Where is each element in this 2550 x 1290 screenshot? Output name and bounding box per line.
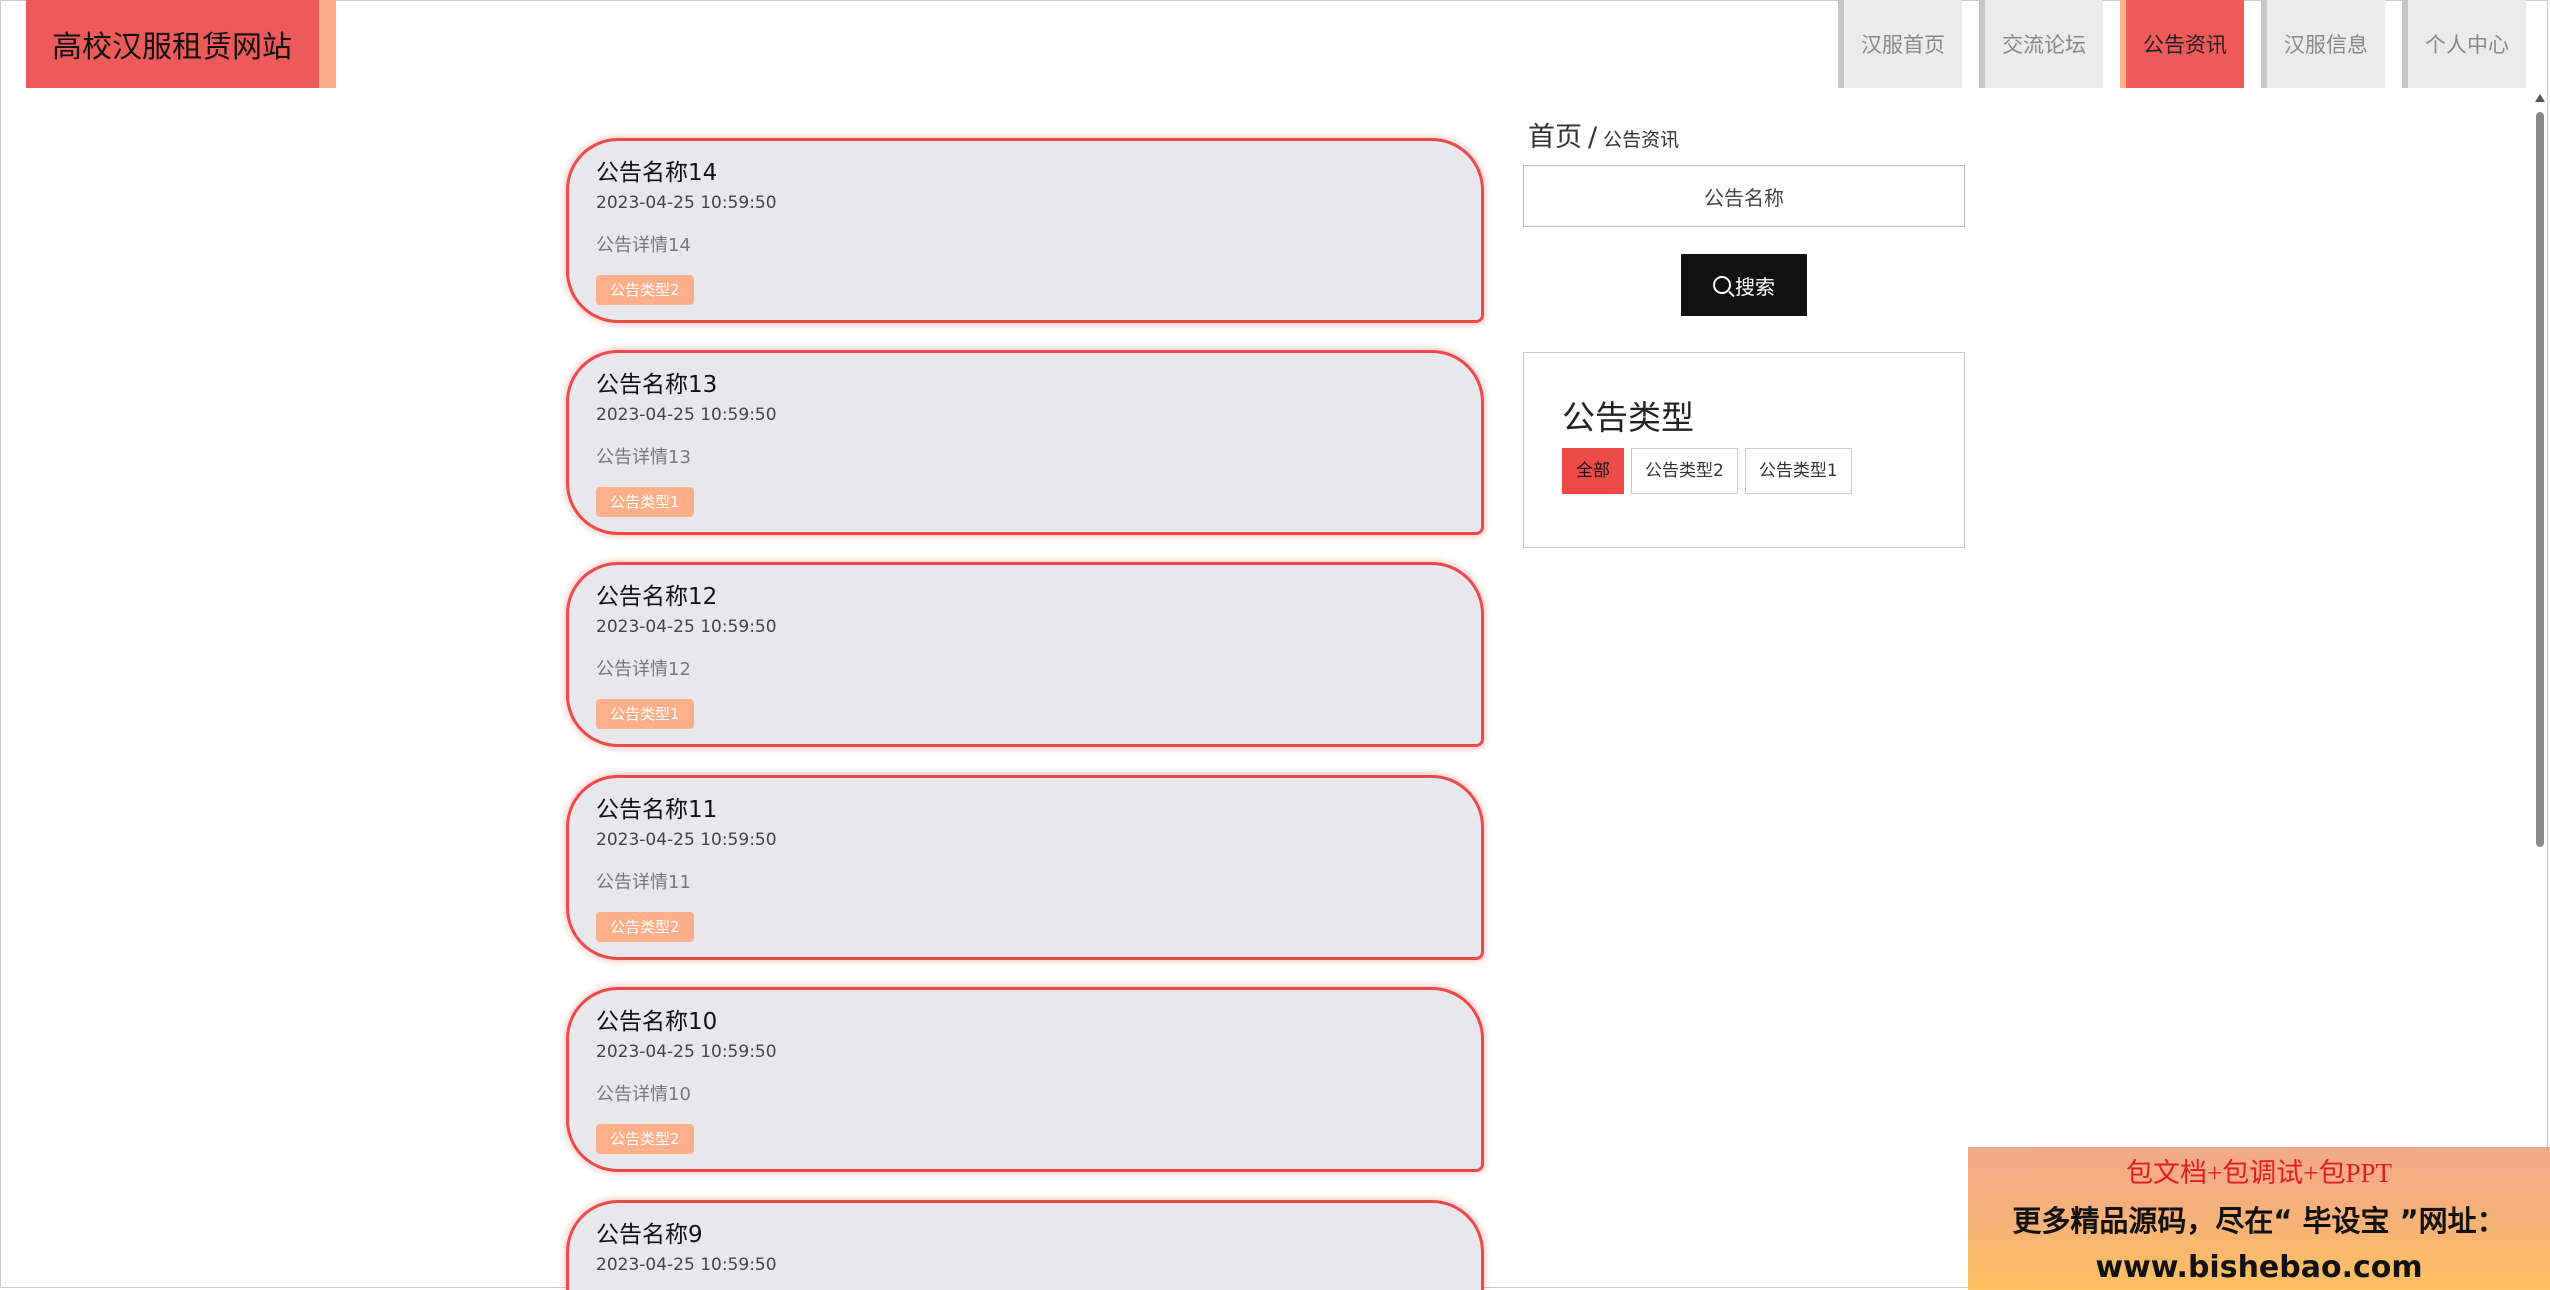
breadcrumb-current: 公告资讯 [1603, 129, 1680, 151]
nav-label: 汉服首页 [1861, 33, 1945, 57]
nav-label: 公告资讯 [2143, 33, 2227, 57]
notice-detail: 公告详情10 [596, 1084, 691, 1105]
notice-time: 2023-04-25 10:59:50 [596, 1042, 777, 1062]
notice-type-tag: 公告类型1 [596, 487, 694, 517]
notice-time: 2023-04-25 10:59:50 [596, 617, 777, 637]
promo-line-1: 包文档+包调试+包PPT [2126, 1158, 2392, 1188]
search-button[interactable]: 搜索 [1681, 254, 1807, 316]
notice-title: 公告名称9 [596, 1222, 703, 1248]
promo-url: www.bishebao.com [2095, 1250, 2423, 1285]
notice-time: 2023-04-25 10:59:50 [596, 830, 777, 850]
nav-item-notices[interactable]: 公告资讯 [2120, 0, 2244, 88]
notice-detail: 公告详情11 [596, 872, 691, 893]
notice-time: 2023-04-25 10:59:50 [596, 1255, 777, 1275]
notice-detail: 公告详情12 [596, 659, 691, 680]
search-button-label: 搜索 [1735, 274, 1775, 299]
type-chip-type1[interactable]: 公告类型1 [1744, 448, 1852, 494]
notice-title: 公告名称12 [596, 584, 718, 610]
page-scrollbar[interactable] [2532, 88, 2548, 1288]
nav-label: 汉服信息 [2284, 33, 2368, 57]
nav-item-hanfu-home[interactable]: 汉服首页 [1838, 0, 1962, 88]
type-panel-title: 公告类型 [1562, 398, 1694, 437]
scroll-up-icon[interactable] [2535, 94, 2545, 102]
scrollbar-thumb[interactable] [2536, 112, 2544, 847]
notice-card[interactable]: 公告名称10 2023-04-25 10:59:50 公告详情10 公告类型2 [566, 987, 1484, 1172]
notice-card[interactable]: 公告名称14 2023-04-25 10:59:50 公告详情14 公告类型2 [566, 138, 1484, 323]
type-chip-all[interactable]: 全部 [1562, 448, 1624, 494]
notice-card[interactable]: 公告名称12 2023-04-25 10:59:50 公告详情12 公告类型1 [566, 562, 1484, 747]
breadcrumb-home[interactable]: 首页 [1528, 122, 1582, 153]
notice-detail: 公告详情13 [596, 447, 691, 468]
promo-line-2: 更多精品源码，尽在“ 毕设宝 ”网址： [2012, 1204, 2506, 1238]
nav-item-forum[interactable]: 交流论坛 [1979, 0, 2103, 88]
notice-type-tag: 公告类型2 [596, 912, 694, 942]
nav-item-personal-center[interactable]: 个人中心 [2402, 0, 2526, 88]
top-nav: 汉服首页 交流论坛 公告资讯 汉服信息 个人中心 [1821, 0, 2526, 88]
notice-card[interactable]: 公告名称11 2023-04-25 10:59:50 公告详情11 公告类型2 [566, 775, 1484, 960]
type-chip-type2[interactable]: 公告类型2 [1631, 448, 1738, 494]
notice-title: 公告名称13 [596, 372, 718, 398]
site-title-text: 高校汉服租赁网站 [52, 30, 292, 65]
breadcrumb-separator: / [1588, 122, 1598, 153]
search-input[interactable]: 公告名称 [1523, 165, 1965, 227]
notice-type-tag: 公告类型2 [596, 275, 694, 305]
notice-title: 公告名称11 [596, 797, 718, 823]
type-chips: 全部 公告类型2 公告类型1 [1562, 448, 1859, 494]
promo-banner[interactable]: 包文档+包调试+包PPT 更多精品源码，尽在“ 毕设宝 ”网址： www.bis… [1968, 1147, 2550, 1290]
notice-card[interactable]: 公告名称13 2023-04-25 10:59:50 公告详情13 公告类型1 [566, 350, 1484, 535]
site-title[interactable]: 高校汉服租赁网站 [26, 0, 336, 88]
breadcrumb: 首页 / 公告资讯 [1528, 115, 1679, 154]
nav-label: 交流论坛 [2002, 33, 2086, 57]
nav-label: 个人中心 [2425, 33, 2509, 57]
notice-title: 公告名称10 [596, 1009, 718, 1035]
notice-type-tag: 公告类型2 [596, 1124, 694, 1154]
search-icon [1713, 276, 1731, 294]
notice-detail: 公告详情14 [596, 235, 691, 256]
notice-type-tag: 公告类型1 [596, 699, 694, 729]
notice-title: 公告名称14 [596, 160, 718, 186]
nav-item-hanfu-info[interactable]: 汉服信息 [2261, 0, 2385, 88]
notice-time: 2023-04-25 10:59:50 [596, 193, 777, 213]
notice-time: 2023-04-25 10:59:50 [596, 405, 777, 425]
search-placeholder: 公告名称 [1704, 185, 1784, 210]
notice-type-panel: 公告类型 全部 公告类型2 公告类型1 [1523, 352, 1965, 548]
notice-card[interactable]: 公告名称9 2023-04-25 10:59:50 [566, 1200, 1484, 1290]
